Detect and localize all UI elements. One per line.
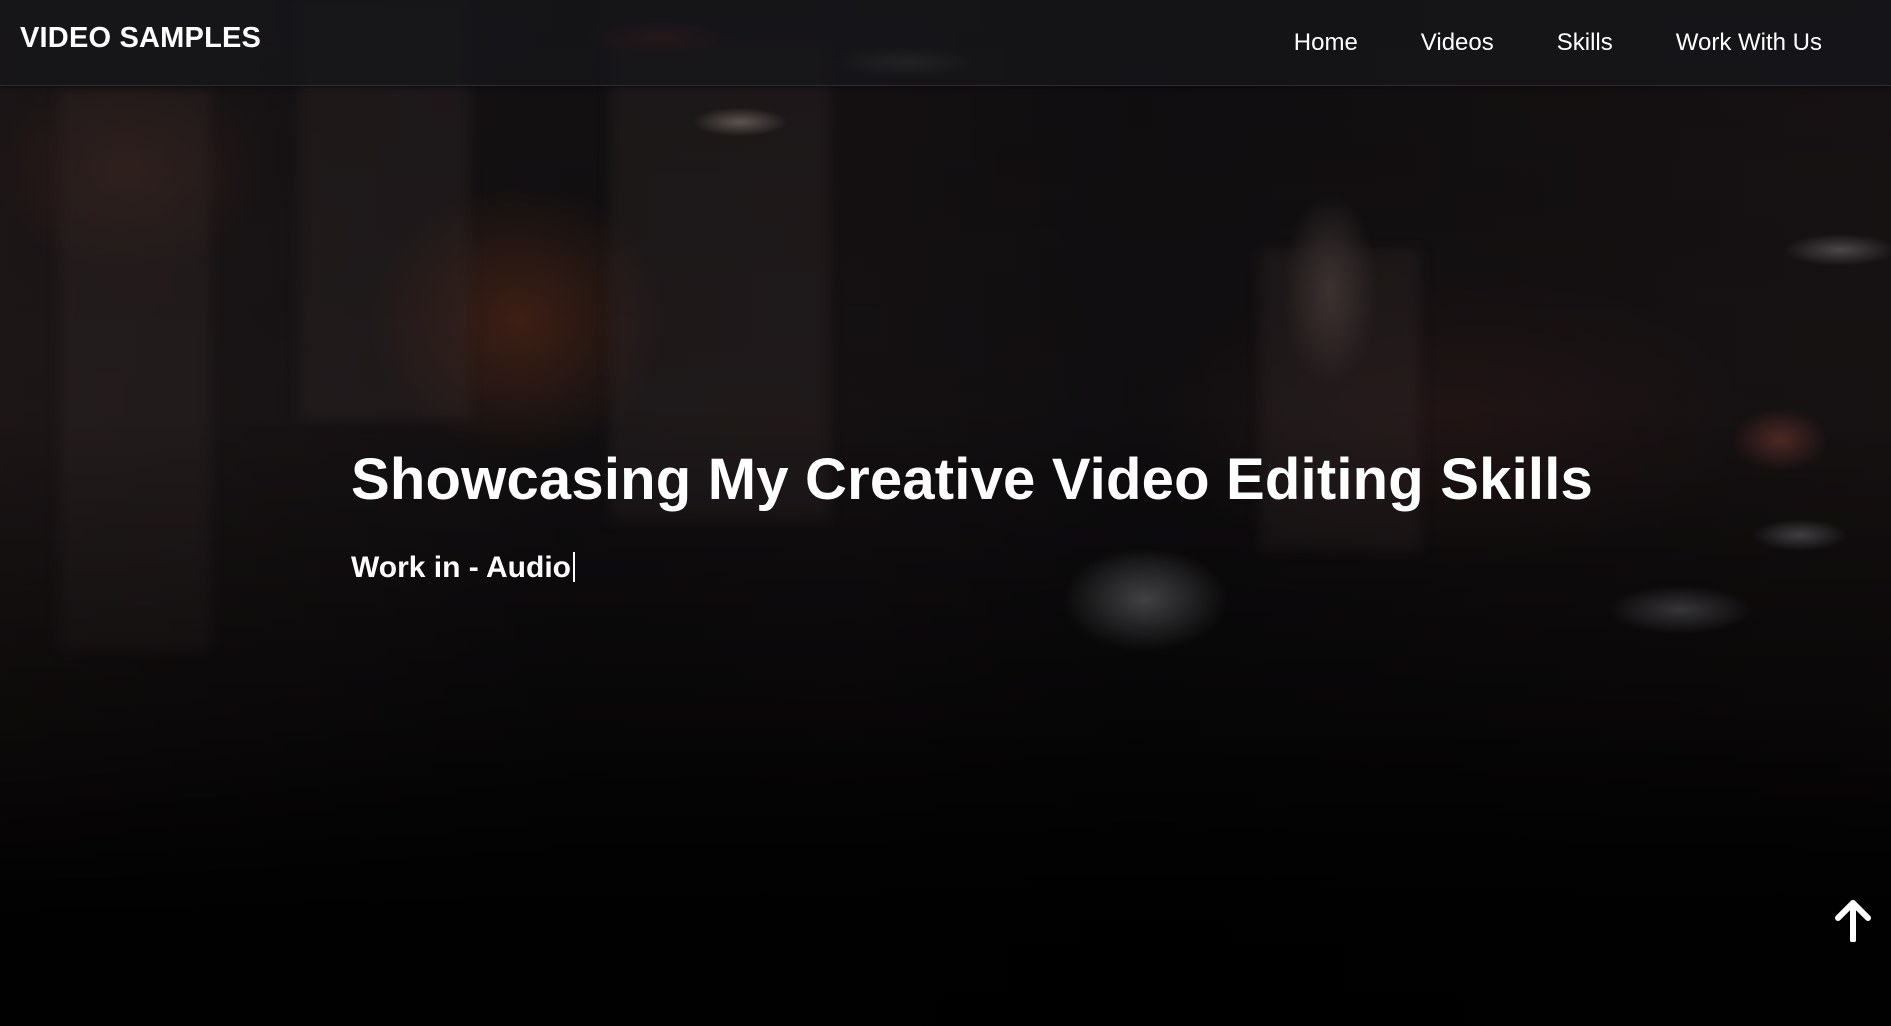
nav-link-home[interactable]: Home — [1294, 30, 1358, 55]
scroll-to-top-button[interactable] — [1834, 900, 1872, 943]
nav-link-videos[interactable]: Videos — [1421, 30, 1494, 55]
nav-link-work-with-us[interactable]: Work With Us — [1676, 30, 1822, 55]
site-logo[interactable]: VIDEO SAMPLES — [20, 22, 261, 55]
navbar: VIDEO SAMPLES Home Videos Skills Work Wi… — [0, 0, 1891, 86]
hero-content: Showcasing My Creative Video Editing Ski… — [351, 447, 1593, 585]
page: VIDEO SAMPLES Home Videos Skills Work Wi… — [0, 0, 1891, 1026]
hero-subtitle: Work in - Audio — [351, 551, 1593, 585]
typing-cursor — [572, 551, 575, 582]
nav-link-skills[interactable]: Skills — [1557, 30, 1613, 55]
typing-text: Work in - Audio — [351, 550, 571, 584]
hero-title: Showcasing My Creative Video Editing Ski… — [351, 447, 1593, 512]
arrow-up-icon — [1835, 900, 1871, 943]
nav-links: Home Videos Skills Work With Us — [1294, 0, 1891, 85]
